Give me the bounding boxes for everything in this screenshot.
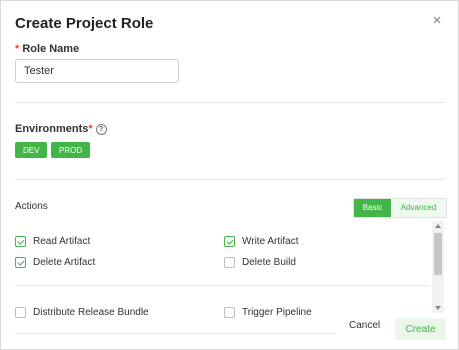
permission-write-artifact[interactable]: Write Artifact bbox=[224, 236, 299, 247]
dialog-title: Create Project Role bbox=[15, 15, 154, 32]
environments-label: Environments*? bbox=[15, 123, 107, 135]
question-circle-icon[interactable]: ? bbox=[95, 124, 107, 135]
checkbox[interactable] bbox=[15, 257, 26, 268]
env-prod-button[interactable]: PROD bbox=[51, 142, 91, 158]
create-project-role-dialog: Create Project Role * Role Name Environm… bbox=[0, 0, 459, 350]
role-name-input[interactable] bbox=[15, 59, 179, 83]
checkbox[interactable] bbox=[224, 307, 235, 318]
permission-label: Write Artifact bbox=[242, 236, 299, 247]
permission-trigger-pipeline[interactable]: Trigger Pipeline bbox=[224, 307, 312, 318]
checkbox[interactable] bbox=[15, 307, 26, 318]
permission-label: Distribute Release Bundle bbox=[33, 307, 149, 318]
checkbox[interactable] bbox=[15, 236, 26, 247]
env-dev-button[interactable]: DEV bbox=[15, 142, 48, 158]
role-name-label: * Role Name bbox=[15, 43, 79, 55]
scrollbar-thumb[interactable] bbox=[434, 233, 442, 275]
permission-read-artifact[interactable]: Read Artifact bbox=[15, 236, 90, 247]
divider bbox=[15, 179, 445, 180]
basic-advanced-toggle: Basic Advanced bbox=[353, 198, 447, 218]
role-name-label-text: Role Name bbox=[22, 43, 80, 55]
permission-label: Delete Artifact bbox=[33, 257, 96, 268]
scroll-up-arrow-icon[interactable] bbox=[435, 224, 441, 228]
actions-label: Actions bbox=[15, 201, 48, 212]
divider bbox=[15, 285, 429, 286]
checkbox[interactable] bbox=[224, 236, 235, 247]
permission-label: Trigger Pipeline bbox=[242, 307, 312, 318]
required-mark: * bbox=[88, 123, 93, 135]
divider bbox=[15, 102, 445, 103]
cancel-button[interactable]: Cancel bbox=[343, 319, 386, 332]
checkbox[interactable] bbox=[224, 257, 235, 268]
required-mark: * bbox=[15, 43, 20, 55]
close-icon[interactable] bbox=[430, 13, 444, 27]
toggle-basic[interactable]: Basic bbox=[354, 199, 391, 217]
permission-label: Delete Build bbox=[242, 257, 296, 268]
scroll-down-arrow-icon[interactable] bbox=[435, 306, 441, 310]
permission-label: Read Artifact bbox=[33, 236, 91, 247]
permission-distribute-release-bundle[interactable]: Distribute Release Bundle bbox=[15, 307, 149, 318]
scrollbar[interactable] bbox=[432, 221, 444, 313]
divider bbox=[15, 333, 335, 334]
toggle-advanced[interactable]: Advanced bbox=[391, 199, 446, 217]
environments-label-text: Environments bbox=[15, 123, 89, 135]
permission-delete-build[interactable]: Delete Build bbox=[224, 257, 296, 268]
permission-delete-artifact[interactable]: Delete Artifact bbox=[15, 257, 95, 268]
create-button[interactable]: Create bbox=[395, 318, 446, 340]
